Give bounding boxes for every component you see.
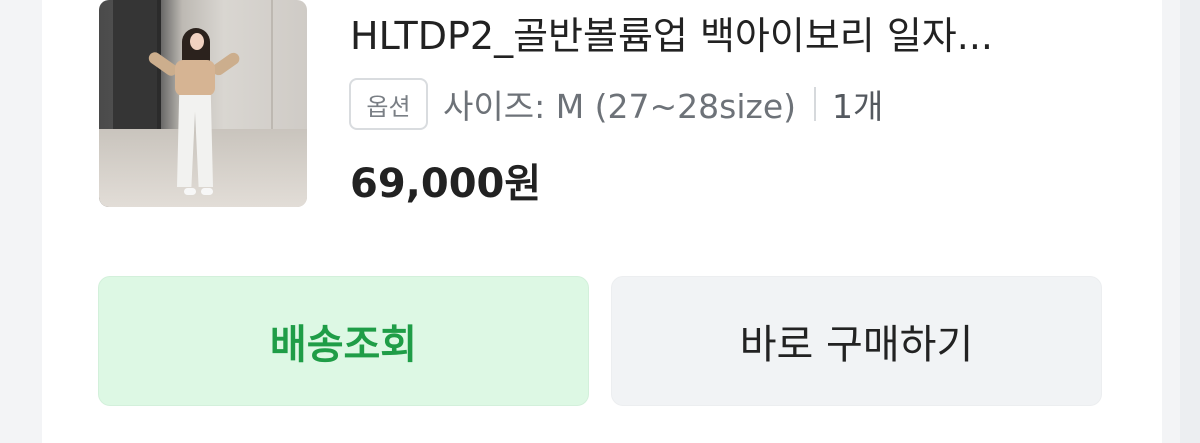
option-row: 옵션 사이즈: M (27~28size) 1개 [349,78,883,130]
product-thumbnail[interactable] [99,0,307,207]
buy-now-button[interactable]: 바로 구매하기 [611,276,1102,406]
model-top [175,60,215,96]
option-value: 사이즈: M (27~28size) [443,87,797,126]
model-shoe-left [184,188,196,195]
scrollbar-track[interactable] [1180,0,1200,443]
model-face [190,33,204,50]
quantity-text: 1개 [832,87,884,126]
product-title[interactable]: HLTDP2_골반볼륨업 백아이보리 일자... [350,12,1110,60]
order-item-screen: HLTDP2_골반볼륨업 백아이보리 일자... 옵션 사이즈: M (27~2… [0,0,1200,443]
option-badge: 옵션 [349,78,428,130]
background-window [113,0,161,135]
product-price: 69,000원 [350,161,542,207]
track-delivery-button[interactable]: 배송조회 [98,276,589,406]
option-divider [814,87,817,121]
model-shoe-right [201,188,213,195]
